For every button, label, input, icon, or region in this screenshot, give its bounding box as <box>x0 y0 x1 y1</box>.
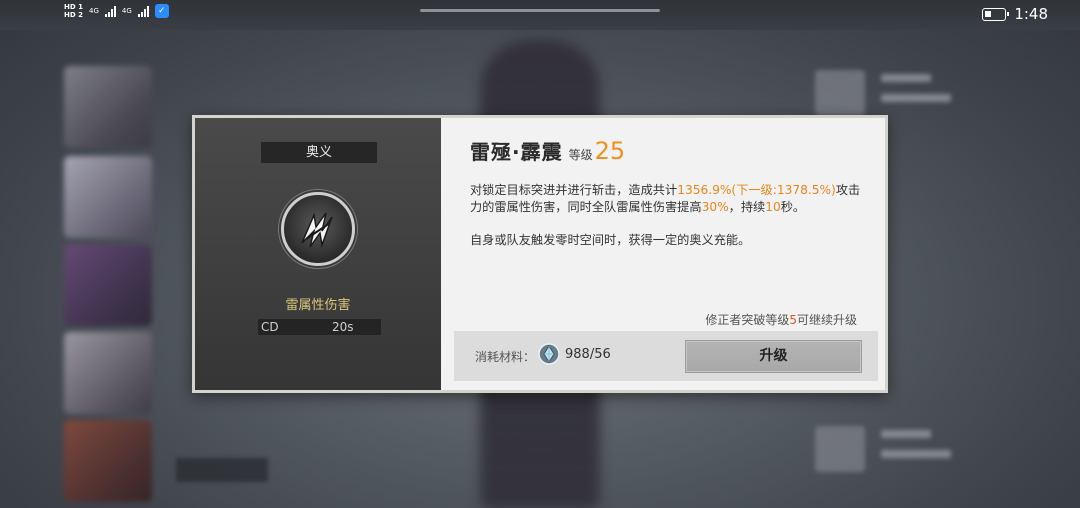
background-portrait-5 <box>64 420 152 502</box>
battery-icon <box>982 7 1010 21</box>
background-portrait-3 <box>64 244 152 326</box>
cooldown-bar: CD 20s <box>258 319 381 335</box>
skill-title-row: 雷殛·霹震 等级 25 <box>470 136 625 165</box>
signal-icon <box>104 5 116 17</box>
material-label: 消耗材料： <box>475 350 536 364</box>
background-right-item <box>815 420 965 478</box>
lightning-slash-icon <box>281 192 355 266</box>
shield-icon: ✓ <box>154 4 169 18</box>
material-count: 988/56 <box>565 347 611 362</box>
skill-name: 雷殛·霹震 <box>470 140 563 164</box>
skill-description-extra: 自身或队友触发零时空间时，获得一定的奥义充能。 <box>470 233 751 247</box>
status-bar: HD 1 HD 2 4G 4G ✓ 1:48 <box>0 0 1080 28</box>
level-label: 等级 <box>568 148 593 162</box>
network-type-2: 4G <box>121 7 132 15</box>
damage-type-label: 雷属性伤害 <box>285 298 351 313</box>
breakthrough-requirement: 修正者突破等级5可继续升级 <box>705 313 857 327</box>
background-portrait-2 <box>64 156 152 238</box>
upgrade-button[interactable]: 升级 <box>685 340 862 373</box>
drag-handle[interactable] <box>420 9 660 12</box>
cooldown-value: 20s <box>332 320 354 334</box>
damage-percent: 1356.9%(下一级:1378.5%) <box>677 183 836 197</box>
background-portrait-4 <box>64 332 152 414</box>
skill-summary-panel: 奥义 雷属性伤害 CD 20s <box>195 118 441 390</box>
duration-seconds: 10 <box>765 200 781 214</box>
network-type-1: 4G <box>88 7 99 15</box>
skill-detail-dialog: 奥义 雷属性伤害 CD 20s 雷殛·霹震 等级 25 对锁定目标突进并进行斩击… <box>192 115 888 393</box>
background-button <box>176 458 268 482</box>
upgrade-cost-bar: 消耗材料： 988/56 升级 <box>454 331 878 381</box>
clock: 1:48 <box>1014 5 1048 23</box>
background-portrait-1 <box>64 66 152 148</box>
material-crystal-icon <box>538 343 560 365</box>
hd-indicator: HD 1 HD 2 <box>64 3 83 19</box>
level-value: 25 <box>594 137 626 165</box>
signal-icon <box>137 5 149 17</box>
cooldown-label: CD <box>261 320 279 334</box>
skill-description: 对锁定目标突进并进行斩击，造成共计1356.9%(下一级:1378.5%)攻击力… <box>470 183 861 214</box>
skill-detail-panel: 雷殛·霹震 等级 25 对锁定目标突进并进行斩击，造成共计1356.9%(下一级… <box>441 118 885 390</box>
skill-category-tag: 奥义 <box>261 142 377 163</box>
background-right-item <box>815 64 965 122</box>
damage-boost-percent: 30% <box>701 200 729 214</box>
